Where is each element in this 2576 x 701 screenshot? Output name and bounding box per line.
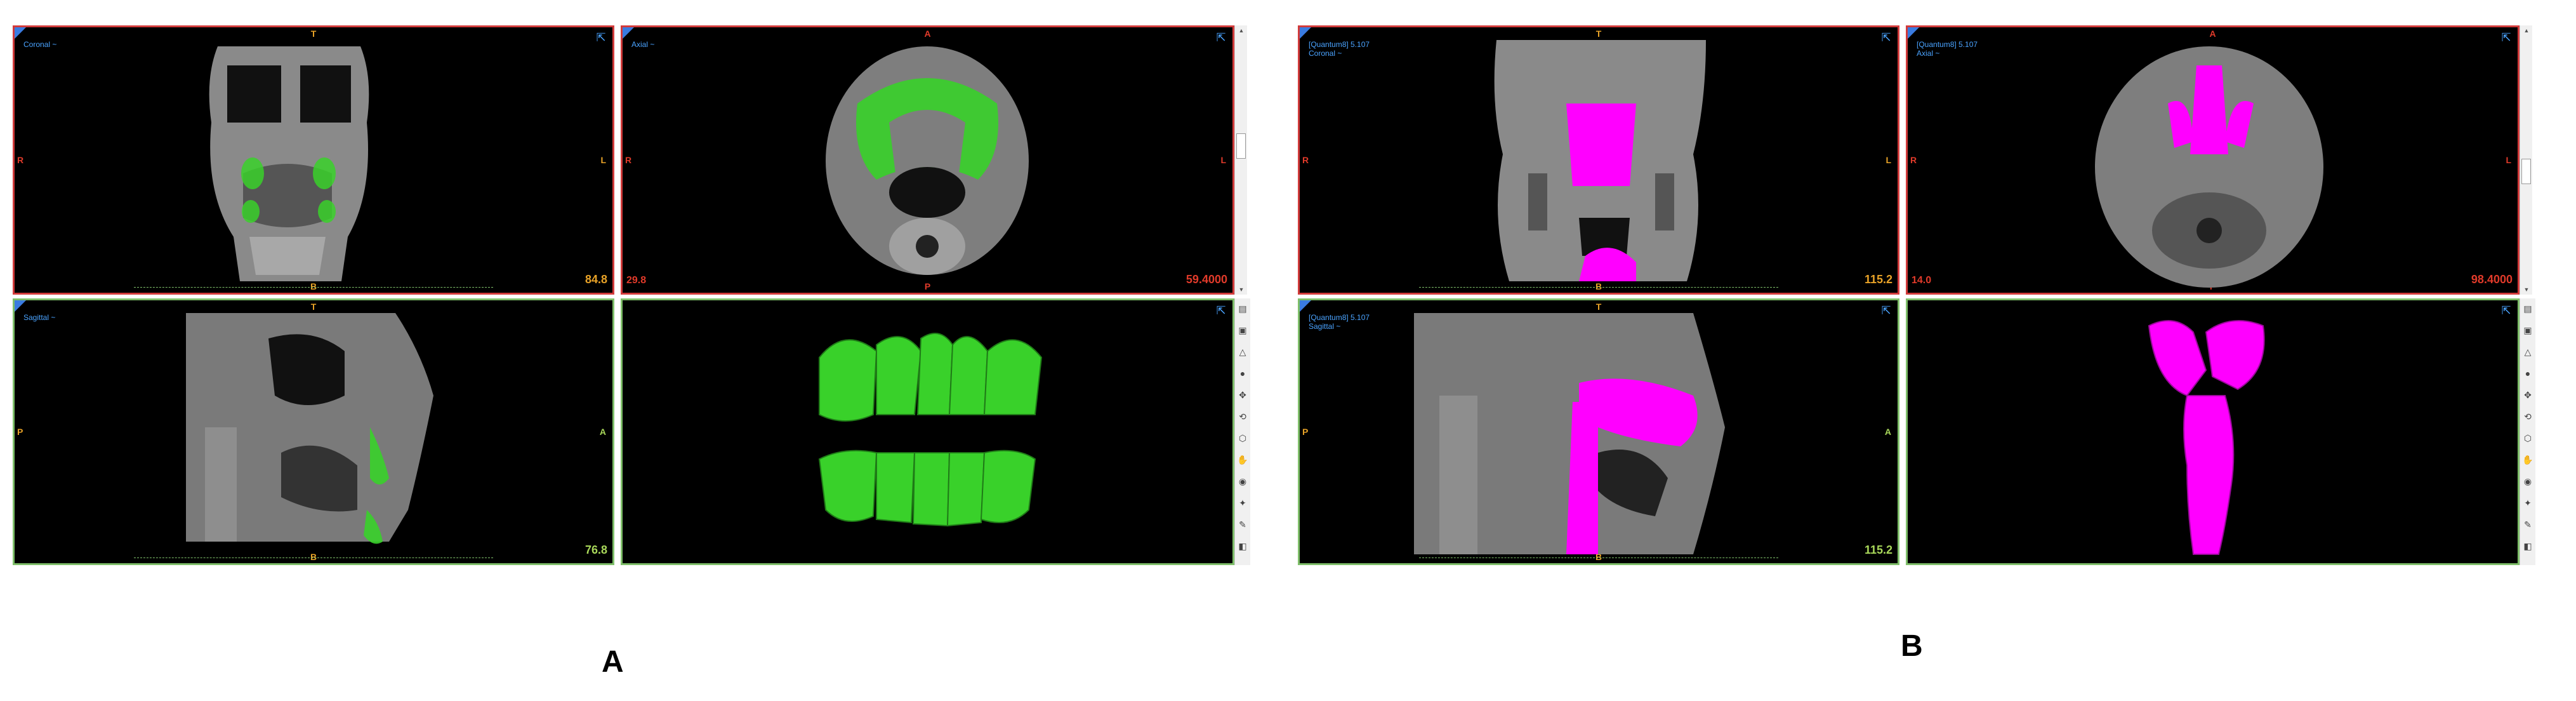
- panel-group-b: [Quantum8] 5.107 Coronal ~ ⇱ T R L B 115…: [1298, 25, 2563, 565]
- cube-view-icon[interactable]: ▣: [2521, 324, 2534, 337]
- ruler: [134, 557, 493, 561]
- hand-icon[interactable]: ✋: [1236, 453, 1249, 466]
- ruler: [1419, 557, 1778, 561]
- box-icon[interactable]: ⬡: [1236, 432, 1249, 444]
- coronal-viewport-b[interactable]: [Quantum8] 5.107 Coronal ~ ⇱ T R L B 115…: [1298, 25, 1899, 295]
- ruler: [1419, 287, 1778, 290]
- sagittal-viewport-b[interactable]: [Quantum8] 5.107 Sagittal ~ ⇱ T P A B 11…: [1298, 298, 1899, 565]
- layers-icon[interactable]: ▤: [1236, 302, 1249, 315]
- rotate-icon[interactable]: ⟲: [2521, 410, 2534, 423]
- scroll-down-arrow[interactable]: ▼: [2520, 284, 2533, 295]
- rotate-icon[interactable]: ⟲: [1236, 410, 1249, 423]
- caption-b: B: [1901, 629, 1923, 663]
- triangle-icon[interactable]: △: [2521, 345, 2534, 358]
- axial-scrollbar[interactable]: ▲ ▼: [2520, 25, 2532, 295]
- caption-a: A: [602, 645, 624, 679]
- scroll-thumb[interactable]: [1236, 133, 1246, 159]
- layers-icon[interactable]: ▤: [2521, 302, 2534, 315]
- axial-viewport-b[interactable]: [Quantum8] 5.107 Axial ~ ⇱ A R L P 14.0 …: [1906, 25, 2520, 295]
- hand-icon[interactable]: ✋: [2521, 453, 2534, 466]
- slice-value: 76.8: [585, 544, 607, 556]
- pen-icon[interactable]: ✎: [1236, 518, 1249, 531]
- coronal-viewport-a[interactable]: Coronal ~ ⇱ T R L B 84.8: [13, 25, 614, 295]
- slice-value: 115.2: [1864, 544, 1892, 556]
- eye-icon[interactable]: ◉: [2521, 475, 2534, 488]
- slice-value: 98.4000: [2471, 273, 2513, 286]
- box-icon[interactable]: ⬡: [2521, 432, 2534, 444]
- sphere-icon[interactable]: ●: [2521, 367, 2534, 380]
- scroll-up-arrow[interactable]: ▲: [2520, 25, 2533, 36]
- light-icon[interactable]: ✦: [2521, 497, 2534, 509]
- cube-view-icon[interactable]: ▣: [1236, 324, 1249, 337]
- sphere-icon[interactable]: ●: [1236, 367, 1249, 380]
- airway-3d-render: [2148, 320, 2265, 555]
- light-icon[interactable]: ✦: [1236, 497, 1249, 509]
- axial-viewport-a[interactable]: Axial ~ ⇱ A R L P 29.8 59.4000: [621, 25, 1234, 295]
- sagittal-viewport-a[interactable]: Sagittal ~ T P A B 76.8: [13, 298, 614, 565]
- move-icon[interactable]: ✥: [2521, 389, 2534, 401]
- slice-value: 84.8: [585, 273, 607, 286]
- window-level-value: 29.8: [626, 275, 647, 286]
- pen-icon[interactable]: ✎: [2521, 518, 2534, 531]
- reset-icon[interactable]: ◧: [2521, 540, 2534, 552]
- eye-icon[interactable]: ◉: [1236, 475, 1249, 488]
- slice-value: 115.2: [1864, 273, 1892, 286]
- teeth-3d-render: [818, 333, 1043, 527]
- scroll-thumb[interactable]: [2521, 159, 2531, 184]
- panel-group-a: Coronal ~ ⇱ T R L B 84.8 Axial ~ ⇱ A R L…: [13, 25, 1279, 565]
- ct-image-coronal: [1494, 40, 1706, 281]
- ct-image-axial: [2095, 46, 2323, 288]
- scroll-up-arrow[interactable]: ▲: [1235, 25, 1248, 36]
- view-toolbar: ▤ ▣ △ ● ✥ ⟲ ⬡ ✋ ◉ ✦ ✎ ◧: [1234, 298, 1250, 565]
- ct-image-sagittal: [186, 313, 433, 544]
- reset-icon[interactable]: ◧: [1236, 540, 1249, 552]
- scroll-down-arrow[interactable]: ▼: [1235, 284, 1248, 295]
- move-icon[interactable]: ✥: [1236, 389, 1249, 401]
- render3d-viewport-a[interactable]: ⇱: [621, 298, 1234, 565]
- render3d-viewport-b[interactable]: ⇱: [1906, 298, 2520, 565]
- triangle-icon[interactable]: △: [1236, 345, 1249, 358]
- slice-value: 59.4000: [1186, 273, 1227, 286]
- ct-image-axial: [826, 46, 1029, 275]
- view-toolbar: ▤ ▣ △ ● ✥ ⟲ ⬡ ✋ ◉ ✦ ✎ ◧: [2520, 298, 2535, 565]
- ruler: [134, 287, 493, 290]
- axial-scrollbar[interactable]: ▲ ▼: [1234, 25, 1247, 295]
- ct-image-coronal: [209, 46, 369, 281]
- ct-image-sagittal: [1414, 313, 1725, 554]
- window-level-value: 14.0: [1912, 275, 1932, 286]
